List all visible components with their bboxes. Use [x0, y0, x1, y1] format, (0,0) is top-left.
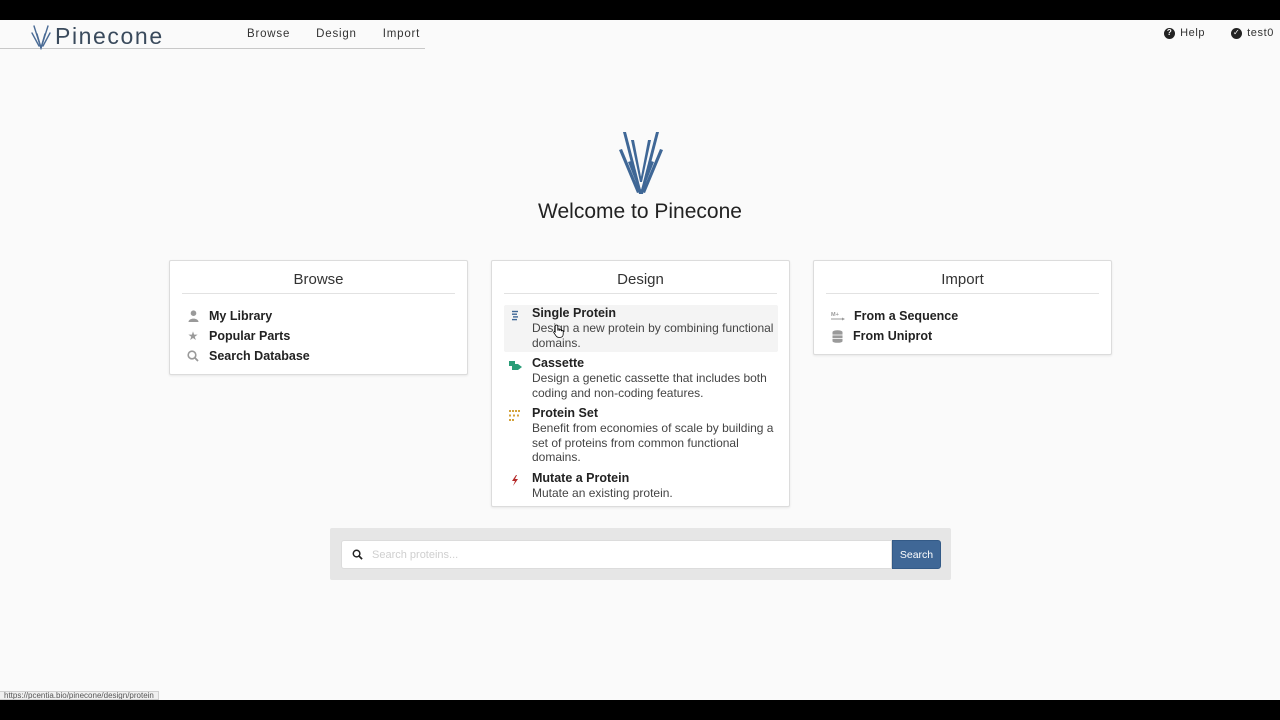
nav-link-design[interactable]: Design	[316, 28, 357, 40]
design-item-title: Cassette	[532, 356, 585, 370]
design-item-desc: Design a genetic cassette that includes …	[532, 371, 767, 400]
browse-item-label: Search Database	[209, 349, 310, 363]
design-item-cassette[interactable]: Cassette Design a genetic cassette that …	[504, 355, 778, 402]
star-icon: ★	[187, 329, 199, 343]
welcome-heading: Welcome to Pinecone	[538, 200, 742, 223]
protein-icon	[508, 310, 522, 350]
import-item-from-sequence[interactable]: M+ From a Sequence	[830, 306, 958, 326]
browse-card: Browse My Library ★ Popular Parts Search…	[169, 260, 468, 375]
design-item-title: Mutate a Protein	[532, 470, 630, 485]
search-button[interactable]: Search	[892, 540, 941, 569]
design-item-single-protein[interactable]: Single Protein Design a new protein by c…	[504, 305, 778, 352]
logo[interactable]: Pinecone	[31, 23, 164, 50]
import-list: M+ From a Sequence From Uniprot	[830, 306, 958, 346]
help-link[interactable]: ? Help	[1164, 27, 1205, 39]
design-item-desc: Benefit from economies of scale by build…	[532, 421, 774, 464]
design-item-mutate-protein[interactable]: Mutate a Protein Mutate an existing prot…	[504, 470, 778, 503]
app-name: Pinecone	[55, 23, 164, 49]
hand-cursor-icon	[553, 324, 564, 338]
help-label: Help	[1180, 27, 1206, 39]
browse-item-label: Popular Parts	[209, 329, 291, 343]
page: Pinecone Browse Design Import ? Help ✓ t…	[0, 20, 1280, 700]
design-list: Single Protein Design a new protein by c…	[504, 305, 778, 502]
browse-list: My Library ★ Popular Parts Search Databa…	[186, 306, 310, 366]
browse-item-popular-parts[interactable]: ★ Popular Parts	[186, 326, 310, 346]
design-item-protein-set[interactable]: Protein Set Benefit from economies of sc…	[504, 405, 778, 467]
sequence-icon: M+	[830, 309, 845, 323]
browse-card-title: Browse	[182, 261, 455, 294]
database-icon	[830, 329, 844, 343]
user-menu[interactable]: ✓ test0	[1231, 27, 1274, 39]
bolt-icon	[508, 474, 522, 501]
design-item-desc: Design a new protein by combining functi…	[532, 321, 774, 350]
pinecone-logo-icon	[31, 24, 51, 50]
nav-right: ? Help ✓ test0	[1164, 27, 1274, 39]
design-card-title: Design	[504, 261, 777, 294]
status-bar-url: https://pcentia.bio/pinecone/design/prot…	[0, 691, 159, 700]
check-circle-icon: ✓	[1231, 27, 1243, 39]
user-label: test0	[1247, 27, 1274, 39]
search-icon	[342, 549, 372, 560]
search-input[interactable]	[372, 548, 872, 561]
svg-text:M+: M+	[831, 312, 839, 318]
browse-item-label: My Library	[209, 309, 273, 323]
design-item-desc: Mutate an existing protein.	[532, 485, 673, 500]
search-box	[341, 540, 892, 569]
search-panel: Search	[330, 528, 951, 580]
nav-link-browse[interactable]: Browse	[247, 28, 290, 40]
import-item-label: From Uniprot	[853, 329, 933, 343]
design-card: Design Single Protein Design a new prote…	[491, 260, 790, 507]
import-card: Import M+ From a Sequence From Uniprot	[813, 260, 1112, 355]
nav-links: Browse Design Import	[247, 28, 420, 40]
design-item-title: Single Protein	[532, 306, 617, 320]
nav-link-import[interactable]: Import	[383, 28, 420, 40]
import-card-title: Import	[826, 261, 1099, 294]
search-icon	[186, 349, 200, 363]
import-item-label: From a Sequence	[854, 309, 959, 323]
browse-item-my-library[interactable]: My Library	[186, 306, 310, 326]
design-item-title: Protein Set	[532, 406, 598, 420]
protein-set-icon	[508, 410, 522, 465]
import-item-from-uniprot[interactable]: From Uniprot	[830, 326, 958, 346]
cassette-icon	[508, 360, 522, 400]
browse-item-search-database[interactable]: Search Database	[186, 346, 310, 366]
pinecone-hero-logo-icon	[619, 132, 663, 194]
user-icon	[186, 309, 200, 323]
top-nav: Pinecone Browse Design Import	[0, 20, 425, 50]
help-icon: ?	[1164, 27, 1176, 39]
